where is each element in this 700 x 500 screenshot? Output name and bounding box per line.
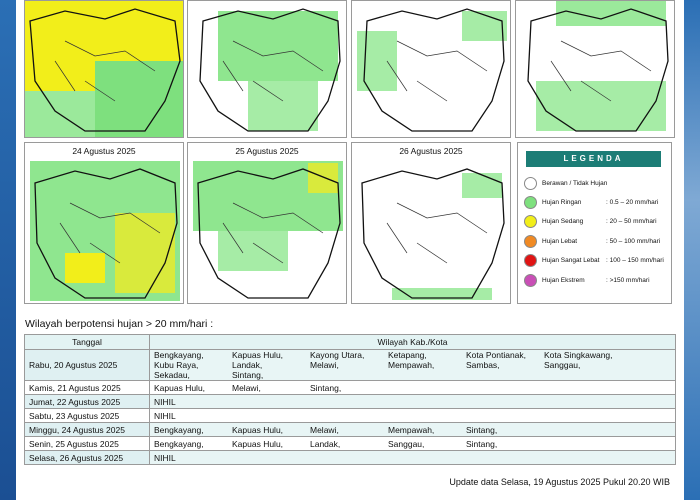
areas-cell: Kapuas Hulu, Melawi, Sintang,: [149, 380, 676, 395]
area-name: Sintang,: [466, 438, 498, 449]
area-name: Kota Singkawang,: [544, 350, 613, 360]
map-date-title: 26 Agustus 2025: [399, 146, 463, 156]
legend-label: Hujan Lebat: [542, 238, 578, 245]
area-name: Kayong Utara,: [310, 350, 365, 360]
legend-swatch: [524, 177, 537, 190]
date-cell: Selasa, 26 Agustus 2025: [24, 450, 150, 465]
areas-cell: NIHIL: [149, 394, 676, 409]
area-name: Melawi,: [232, 382, 261, 393]
map-image: [25, 1, 183, 137]
date-cell: Sabtu, 23 Agustus 2025: [24, 408, 150, 423]
area-name: Bengkayang,: [154, 350, 204, 360]
legend-swatch: [524, 215, 537, 228]
area-name: Mempawah,: [388, 424, 435, 435]
forecast-map: [515, 0, 675, 138]
legend-swatch: [524, 254, 537, 267]
areas-cell: NIHIL: [149, 408, 676, 423]
areas-cell: NIHIL: [149, 450, 676, 465]
forecast-map: [24, 0, 184, 138]
legend-swatch: [524, 274, 537, 287]
area-name: Sintang,: [310, 382, 342, 393]
table-row: Senin, 25 Agustus 2025 Bengkayang, Kapuas …: [24, 436, 676, 451]
legend-range: : 100 – 150 mm/hari: [606, 257, 664, 264]
table-row: Jumat, 22 Agustus 2025 NIHIL: [24, 394, 676, 409]
area-name: Landak,: [232, 360, 263, 370]
areas-cell: Bengkayang, Kapuas Hulu, Melawi, Mempawah, S…: [149, 422, 676, 437]
table-row: Minggu, 24 Agustus 2025 Bengkayang, Kapuas…: [24, 422, 676, 437]
section-heading: Wilayah berpotensi hujan > 20 mm/hari :: [25, 318, 214, 330]
area-name: NIHIL: [154, 396, 176, 407]
area-name: Kapuas Hulu,: [232, 438, 284, 449]
area-name: NIHIL: [154, 452, 176, 463]
area-name: Bengkayang,: [154, 424, 204, 435]
area-name: Mempawah,: [388, 360, 435, 370]
area-name: Sintang,: [466, 424, 498, 435]
map-image: [352, 1, 510, 137]
legend-label: Hujan Ekstrem: [542, 277, 585, 284]
legend-title: LEGENDA: [526, 151, 661, 167]
map-date-title: 25 Agustus 2025: [235, 146, 299, 156]
legend-label: Hujan Sedang: [542, 218, 584, 225]
map-date-title: 24 Agustus 2025: [72, 146, 136, 156]
area-name: Kapuas Hulu,: [154, 382, 206, 393]
area-name: Sintang,: [232, 370, 264, 380]
legend-range: : >150 mm/hari: [606, 277, 650, 284]
area-name: Kapuas Hulu,: [232, 424, 284, 435]
area-name: Landak,: [310, 438, 341, 449]
legend-label: Hujan Ringan: [542, 199, 582, 206]
forecast-map: [351, 0, 511, 138]
areas-cell: Bengkayang, Kapuas Hulu, Landak, Sanggau, Si…: [149, 436, 676, 451]
legend-range: : 0.5 – 20 mm/hari: [606, 199, 659, 206]
area-name: Sanggau,: [388, 438, 425, 449]
update-timestamp: Update data Selasa, 19 Agustus 2025 Puku…: [449, 477, 670, 487]
legend-range: : 50 – 100 mm/hari: [606, 238, 661, 245]
date-cell: Kamis, 21 Agustus 2025: [24, 380, 150, 395]
area-name: Melawi,: [310, 360, 339, 370]
area-name: Kota Pontianak,: [466, 350, 527, 360]
map-image: [516, 1, 674, 137]
area-name: Kapuas Hulu,: [232, 350, 284, 360]
forecast-map: 24 Agustus 2025: [24, 142, 184, 304]
map-image: [352, 143, 510, 303]
table-row: Kamis, 21 Agustus 2025 Kapuas Hulu, Melawi…: [24, 380, 676, 395]
area-name: Sanggau,: [544, 360, 581, 370]
legend-label: Berawan / Tidak Hujan: [542, 180, 608, 187]
area-name: Bengkayang,: [154, 438, 204, 449]
date-cell: Minggu, 24 Agustus 2025: [24, 422, 150, 437]
table-row: Sabtu, 23 Agustus 2025 NIHIL: [24, 408, 676, 423]
table-header-row: Tanggal Wilayah Kab./Kota: [24, 334, 676, 350]
area-name: Kubu Raya,: [154, 360, 199, 370]
area-name: Sambas,: [466, 360, 500, 370]
column-header-areas: Wilayah Kab./Kota: [149, 334, 676, 350]
table-row: Rabu, 20 Agustus 2025 Bengkayang, Kapuas H…: [24, 349, 676, 381]
date-cell: Rabu, 20 Agustus 2025: [24, 349, 150, 381]
legend-swatch: [524, 235, 537, 248]
legend-range: : 20 – 50 mm/hari: [606, 218, 657, 225]
column-header-date: Tanggal: [24, 334, 150, 350]
forecast-map: 25 Agustus 2025: [187, 142, 347, 304]
area-name: NIHIL: [154, 410, 176, 421]
legend-box: LEGENDA Berawan / Tidak Hujan Hujan Ring…: [517, 142, 672, 304]
forecast-map: [187, 0, 347, 138]
date-cell: Senin, 25 Agustus 2025: [24, 436, 150, 451]
areas-cell: Bengkayang, Kapuas Hulu, Kayong Utara, Keta…: [149, 349, 676, 381]
table-row: Selasa, 26 Agustus 2025 NIHIL: [24, 450, 676, 465]
forecast-map: 26 Agustus 2025: [351, 142, 511, 304]
area-name: Sekadau,: [154, 370, 190, 380]
date-cell: Jumat, 22 Agustus 2025: [24, 394, 150, 409]
rain-area-table: Tanggal Wilayah Kab./Kota Rabu, 20 Agust…: [24, 334, 676, 465]
map-image: [188, 1, 346, 137]
legend-label: Hujan Sangat Lebat: [542, 257, 600, 264]
map-image: [25, 143, 183, 303]
legend-swatch: [524, 196, 537, 209]
area-name: Ketapang,: [388, 350, 427, 360]
map-image: [188, 143, 346, 303]
area-name: Melawi,: [310, 424, 339, 435]
